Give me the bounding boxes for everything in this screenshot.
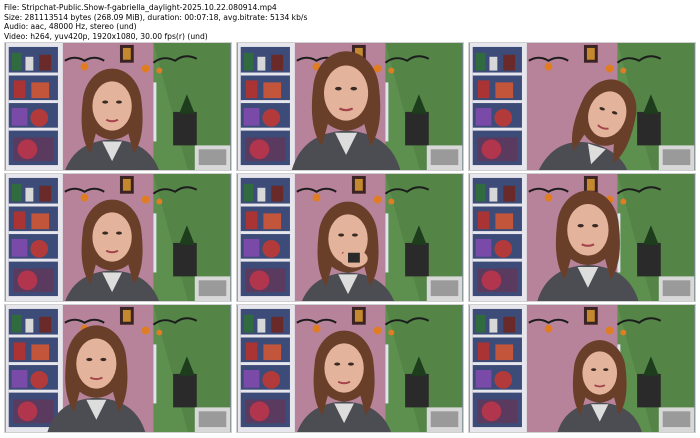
thumbnail-grid — [0, 0, 700, 438]
thumbnail-frame — [4, 304, 232, 433]
thumbnail-frame — [236, 304, 464, 433]
thumbnail-frame — [236, 42, 464, 171]
thumbnail-frame — [4, 173, 232, 302]
thumbnail-frame — [468, 42, 696, 171]
thumbnail-frame — [468, 304, 696, 433]
thumbnail-frame — [4, 42, 232, 171]
thumbnail-frame — [468, 173, 696, 302]
thumbnail-frame — [236, 173, 464, 302]
